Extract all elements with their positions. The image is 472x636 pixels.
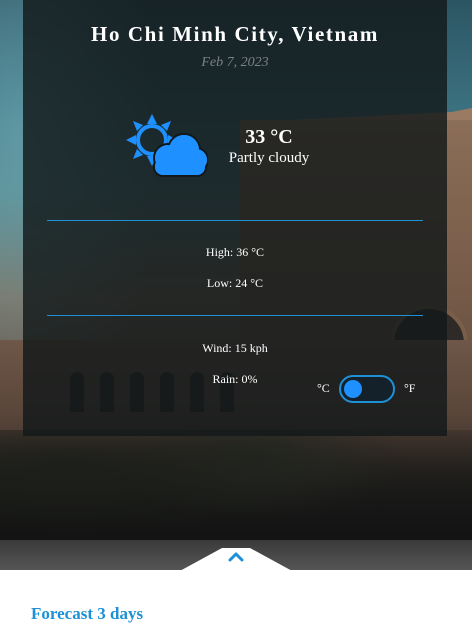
celsius-label: °C bbox=[317, 381, 330, 395]
partly-cloudy-icon bbox=[124, 112, 209, 180]
weather-card: Ho Chi Minh City, Vietnam Feb 7, 2023 33… bbox=[23, 0, 447, 436]
wind-speed: Wind: 15 kph bbox=[202, 341, 268, 355]
divider bbox=[47, 315, 423, 316]
toggle-knob bbox=[344, 380, 362, 398]
date-label: Feb 7, 2023 bbox=[201, 55, 269, 70]
current-condition: Partly cloudy bbox=[228, 150, 310, 166]
divider bbox=[47, 220, 423, 221]
current-temperature: 33 °C bbox=[245, 126, 293, 148]
high-temperature: High: 36 °C bbox=[205, 245, 265, 259]
forecast-panel: Forecast 3 days bbox=[0, 570, 472, 636]
expand-forecast-button[interactable] bbox=[178, 546, 294, 572]
fahrenheit-label: °F bbox=[404, 381, 416, 395]
forecast-title: Forecast 3 days bbox=[31, 604, 144, 623]
low-temperature: Low: 24 °C bbox=[206, 276, 264, 290]
city-name: Ho Chi Minh City, Vietnam bbox=[91, 22, 379, 46]
unit-toggle[interactable] bbox=[339, 375, 395, 403]
